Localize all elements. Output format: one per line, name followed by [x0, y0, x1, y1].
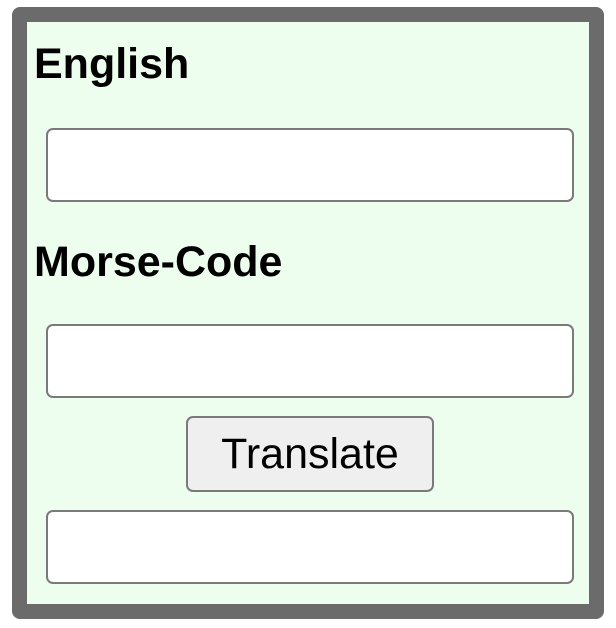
translate-button[interactable]: Translate	[186, 416, 434, 492]
morse-code-label: Morse-Code	[34, 238, 283, 286]
english-input[interactable]	[46, 128, 574, 202]
morse-code-input[interactable]	[46, 324, 574, 398]
translation-output-field[interactable]	[46, 510, 574, 584]
english-label: English	[34, 40, 190, 88]
